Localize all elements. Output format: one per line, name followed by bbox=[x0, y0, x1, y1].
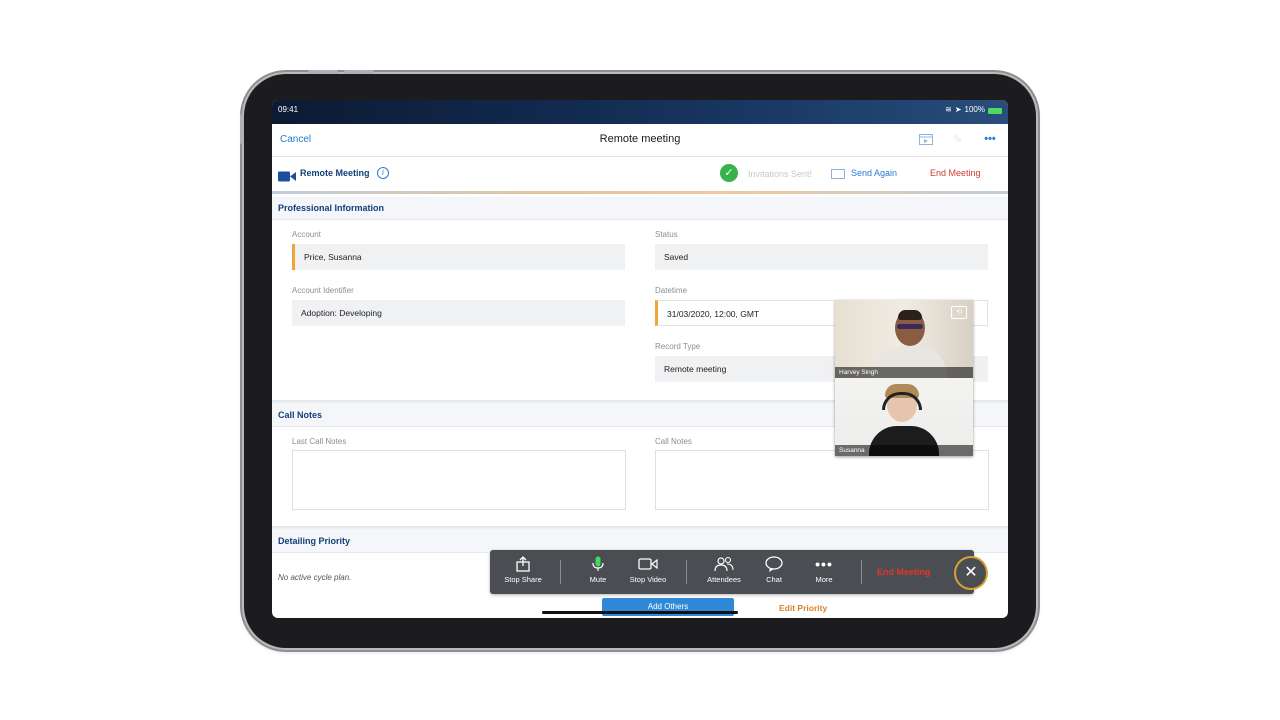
check-icon: ✓ bbox=[720, 164, 738, 182]
presentation-icon[interactable] bbox=[918, 132, 934, 146]
account-field[interactable]: Price, Susanna bbox=[292, 244, 625, 270]
section-header-professional: Professional Information bbox=[272, 197, 1008, 220]
toolbar-divider bbox=[560, 560, 561, 584]
toolbar-end-meeting-button[interactable]: End Meeting bbox=[877, 567, 931, 577]
video-tile-participant-2[interactable]: Susanna bbox=[835, 378, 973, 456]
participant-glasses bbox=[897, 324, 923, 329]
meeting-label: Remote Meeting bbox=[300, 168, 370, 178]
no-cycle-plan-note: No active cycle plan. bbox=[278, 573, 352, 582]
chat-icon bbox=[749, 556, 799, 572]
section-title: Call Notes bbox=[278, 410, 323, 420]
volume-button bbox=[344, 70, 374, 74]
last-call-notes-label: Last Call Notes bbox=[292, 437, 347, 446]
send-again-button[interactable]: Send Again bbox=[851, 168, 897, 178]
toolbar-divider bbox=[686, 560, 687, 584]
end-meeting-link[interactable]: End Meeting bbox=[930, 168, 981, 178]
video-camera-icon bbox=[278, 169, 296, 187]
accent-divider bbox=[272, 191, 1008, 194]
more-label: More bbox=[815, 575, 833, 584]
account-label: Account bbox=[292, 230, 321, 239]
mute-label: Mute bbox=[589, 575, 607, 584]
location-icon: ➤ bbox=[954, 105, 962, 114]
status-right: ≋ ➤ 100% bbox=[945, 105, 1002, 114]
meeting-toolbar: Stop Share Mute Stop Video Attendees Cha… bbox=[490, 550, 974, 594]
section-title: Detailing Priority bbox=[278, 536, 351, 546]
account-identifier-field[interactable]: Adoption: Developing bbox=[292, 300, 625, 326]
edit-priority-button[interactable]: Edit Priority bbox=[779, 603, 827, 613]
volume-button bbox=[308, 70, 338, 74]
chat-button[interactable]: Chat bbox=[749, 556, 799, 584]
toolbar-divider bbox=[861, 560, 862, 584]
status-bar: 09:41 ≋ ➤ 100% bbox=[272, 100, 1008, 124]
home-indicator bbox=[542, 611, 738, 614]
more-icon[interactable]: ••• bbox=[982, 132, 998, 146]
attendees-icon bbox=[699, 556, 749, 572]
stop-share-label: Stop Share bbox=[504, 575, 542, 584]
nav-bar: Cancel Remote meeting ✎ ••• bbox=[272, 124, 1008, 157]
edit-icon[interactable]: ✎ bbox=[950, 132, 966, 146]
account-identifier-label: Account Identifier bbox=[292, 286, 354, 295]
close-icon[interactable]: ✕ bbox=[956, 558, 986, 588]
side-button bbox=[240, 114, 244, 144]
camera-switch-icon[interactable]: ⟲ bbox=[951, 306, 967, 319]
wifi-icon: ≋ bbox=[945, 105, 952, 114]
mute-button[interactable]: Mute bbox=[573, 556, 623, 584]
attendees-label: Attendees bbox=[707, 575, 741, 584]
call-notes-label: Call Notes bbox=[655, 437, 692, 446]
participant-hair bbox=[898, 310, 922, 320]
share-icon bbox=[498, 556, 548, 572]
section-title: Professional Information bbox=[278, 203, 385, 213]
video-tile-participant-1[interactable]: ⟲ Harvey Singh bbox=[835, 300, 973, 378]
datetime-label: Datetime bbox=[655, 286, 688, 295]
meeting-bar: Remote Meeting i ✓ Invitations Sent! Sen… bbox=[272, 157, 1008, 191]
last-call-notes-textarea[interactable] bbox=[292, 450, 626, 510]
video-panel[interactable]: ⟲ Harvey Singh Susanna bbox=[835, 300, 973, 456]
more-dots-icon: ••• bbox=[815, 556, 833, 572]
invitations-status: Invitations Sent! bbox=[748, 169, 813, 179]
stop-video-button[interactable]: Stop Video bbox=[623, 556, 673, 584]
participant-name: Susanna bbox=[835, 445, 973, 456]
video-icon bbox=[623, 556, 673, 572]
envelope-icon[interactable] bbox=[831, 169, 845, 179]
more-button[interactable]: ••• More bbox=[799, 556, 849, 584]
chat-label: Chat bbox=[766, 575, 782, 584]
participant-name: Harvey Singh bbox=[835, 367, 973, 378]
page-title: Remote meeting bbox=[599, 133, 681, 145]
call-notes-textarea[interactable] bbox=[655, 450, 989, 510]
battery-percent: 100% bbox=[964, 105, 985, 114]
battery-icon bbox=[988, 107, 1002, 114]
microphone-icon bbox=[573, 556, 623, 572]
status-time: 09:41 bbox=[278, 105, 299, 114]
record-type-label: Record Type bbox=[655, 342, 701, 351]
stop-share-button[interactable]: Stop Share bbox=[498, 556, 548, 584]
stop-video-label: Stop Video bbox=[629, 575, 667, 584]
status-label: Status bbox=[655, 230, 678, 239]
info-icon[interactable]: i bbox=[377, 167, 389, 179]
status-field[interactable]: Saved bbox=[655, 244, 988, 270]
attendees-button[interactable]: Attendees bbox=[699, 556, 749, 584]
nav-actions: ✎ ••• bbox=[918, 132, 998, 146]
